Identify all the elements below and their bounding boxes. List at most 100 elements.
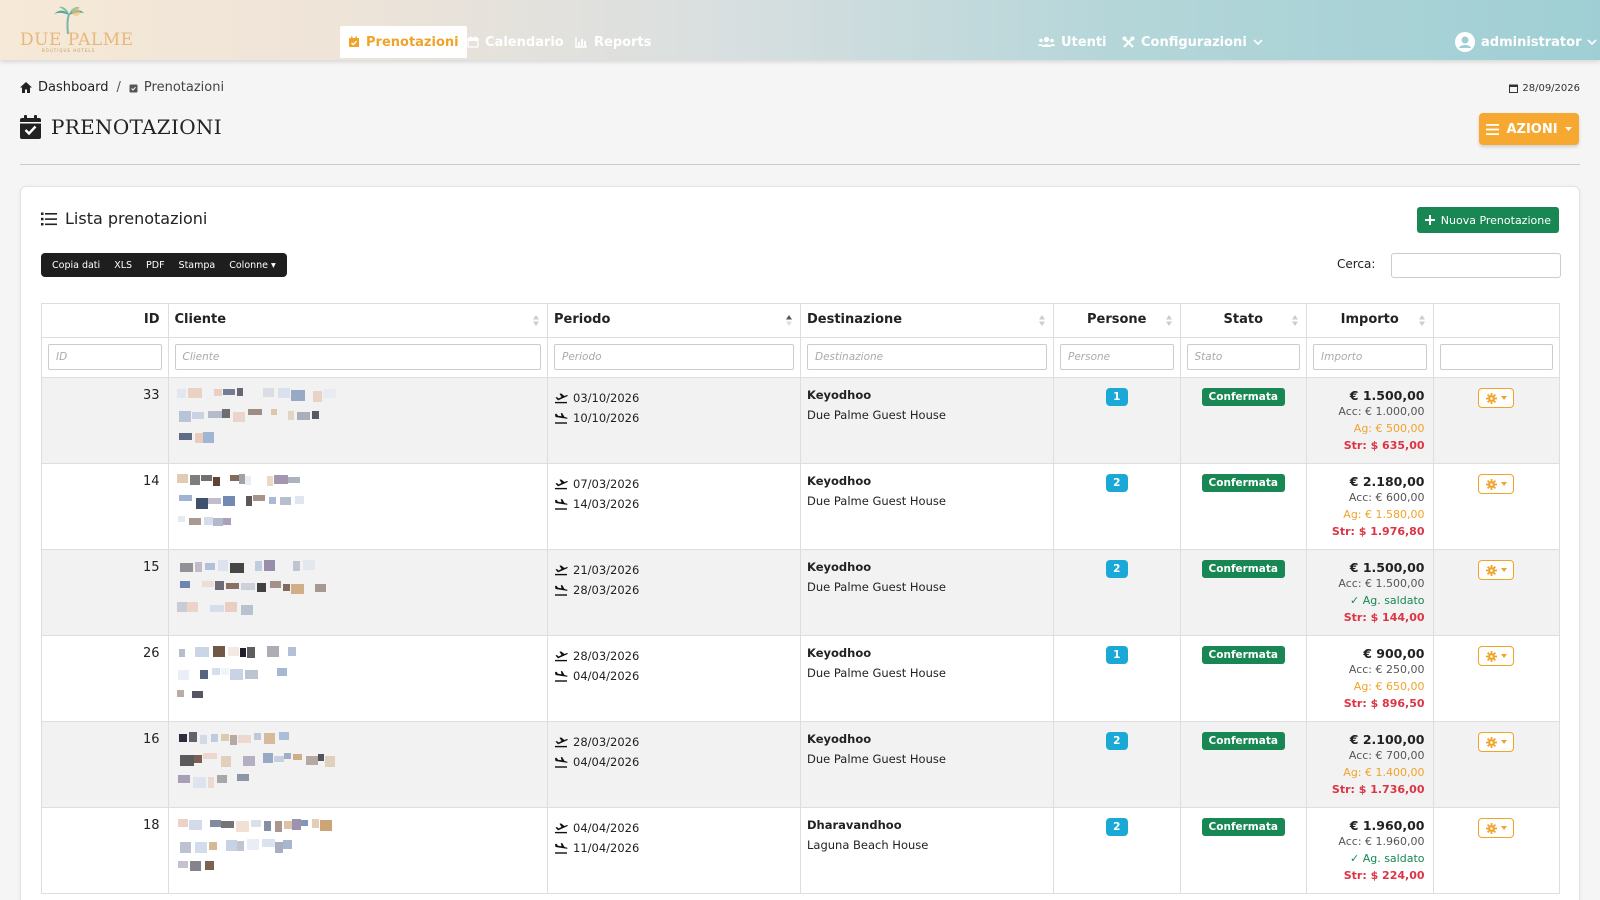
hotel-name: Due Palme Guest House	[807, 752, 946, 766]
filter-periodo-input[interactable]	[554, 344, 794, 370]
users-icon	[1038, 36, 1055, 47]
redacted-pixel	[300, 820, 308, 826]
user-menu[interactable]: administrator	[1447, 26, 1600, 58]
persons-badge: 2	[1105, 818, 1128, 836]
pdf-button[interactable]: PDF	[139, 260, 172, 271]
brand-logo[interactable]: DUE PALME BOUTIQUE HOTELS	[20, 6, 133, 53]
nav-calendario[interactable]: Calendario	[459, 26, 572, 58]
table-row[interactable]: 16 28/03/2026 04/04/2026 Keyodhoo Due Palme …	[41, 721, 1560, 808]
redacted-pixel	[176, 389, 186, 398]
arrival-line: 21/03/2026	[554, 560, 794, 580]
column-header-stato[interactable]: Stato	[1179, 303, 1307, 338]
row-actions-button[interactable]	[1478, 388, 1515, 408]
row-actions-button[interactable]	[1478, 474, 1515, 494]
importo-cell: € 2.100,00 Acc: € 700,00 Ag: € 1.400,00 Str…	[1306, 721, 1434, 808]
redacted-pixel	[279, 497, 291, 505]
breadcrumb-dashboard[interactable]: Dashboard	[38, 80, 109, 95]
row-actions-button[interactable]	[1478, 646, 1515, 666]
status-badge: Confermata	[1201, 646, 1285, 664]
caret-down-icon	[1500, 826, 1507, 830]
user-name: administrator	[1481, 34, 1582, 50]
booking-id: 16	[41, 721, 169, 808]
nav-reports[interactable]: Reports	[567, 26, 659, 58]
row-actions-button[interactable]	[1478, 732, 1515, 752]
filter-cliente-input[interactable]	[174, 344, 541, 370]
print-button[interactable]: Stampa	[172, 260, 223, 271]
redacted-pixel	[236, 388, 243, 396]
filter-importo-input[interactable]	[1313, 344, 1427, 370]
amount-agency: ✓ Ag. saldato	[1349, 594, 1425, 607]
amount-deposit: Acc: € 250,00	[1348, 663, 1425, 676]
redacted-pixel	[220, 756, 231, 767]
column-header-periodo[interactable]: Periodo	[547, 303, 801, 338]
filter-stato-input[interactable]	[1186, 344, 1300, 370]
stato-cell: Confermata	[1179, 635, 1307, 722]
column-header-persone[interactable]: Persone	[1053, 303, 1181, 338]
cliente-redacted	[167, 807, 548, 894]
xls-button[interactable]: XLS	[107, 260, 139, 271]
table-row[interactable]: 26 28/03/2026 04/04/2026 Keyodhoo Due Palme …	[41, 635, 1560, 722]
filter-cell	[1306, 337, 1434, 378]
redacted-pixel	[312, 391, 322, 402]
column-header-cliente[interactable]: Cliente	[167, 303, 548, 338]
column-header-importo[interactable]: Importo	[1306, 303, 1434, 338]
filter-cell	[800, 337, 1054, 378]
column-header-id[interactable]: ID	[41, 303, 169, 338]
amount-total: € 1.500,00	[1349, 560, 1425, 575]
nav-configurazioni[interactable]: Configurazioni	[1114, 26, 1271, 58]
amount-deposit: Acc: € 600,00	[1348, 491, 1425, 504]
column-header-label: Importo	[1340, 312, 1399, 327]
filter-id-input[interactable]	[48, 344, 162, 370]
plane-departure-icon	[555, 650, 568, 661]
gear-icon	[1485, 650, 1497, 662]
importo-cell: € 2.180,00 Acc: € 600,00 Ag: € 1.580,00 Str…	[1306, 463, 1434, 550]
gear-icon	[1485, 478, 1497, 490]
filter-persone-input[interactable]	[1060, 344, 1174, 370]
redacted-pixel	[189, 475, 200, 485]
filter-destinazione-input[interactable]	[807, 344, 1047, 370]
status-badge: Confermata	[1201, 388, 1285, 406]
caret-down-icon	[1500, 396, 1507, 400]
hotel-name: Due Palme Guest House	[807, 666, 946, 680]
redacted-pixel	[283, 753, 291, 759]
filter-actions-input[interactable]	[1439, 344, 1553, 370]
redacted-pixel	[188, 820, 202, 830]
card-title-text: Lista prenotazioni	[65, 209, 208, 228]
redacted-pixel	[203, 517, 213, 525]
columns-button[interactable]: Colonne ▾	[222, 260, 283, 271]
redacted-pixel	[290, 584, 304, 594]
plane-departure-icon	[555, 822, 568, 833]
redacted-pixel	[213, 389, 222, 396]
arrival-date: 28/03/2026	[573, 735, 640, 749]
nuova-prenotazione-button[interactable]: Nuova Prenotazione	[1416, 207, 1559, 233]
redacted-pixel	[229, 475, 239, 481]
redacted-pixel	[263, 560, 275, 571]
table-row[interactable]: 33 03/10/2026 10/10/2026 Keyodhoo Due Palme …	[41, 377, 1560, 464]
periodo-cell: 04/04/2026 11/04/2026	[547, 807, 801, 894]
table-row[interactable]: 18 04/04/2026 11/04/2026 Dharavandhoo Laguna…	[41, 807, 1560, 894]
redacted-pixel	[222, 496, 235, 506]
amount-agency: Ag: € 500,00	[1353, 422, 1425, 435]
nav-prenotazioni[interactable]: Prenotazioni	[340, 26, 467, 58]
column-header-destinazione[interactable]: Destinazione	[800, 303, 1054, 338]
row-actions-button[interactable]	[1478, 818, 1515, 838]
destination-name: Keyodhoo	[807, 474, 872, 488]
redacted-pixel	[194, 562, 202, 572]
search-input[interactable]	[1391, 253, 1561, 278]
persone-cell: 2	[1053, 463, 1181, 550]
table-row[interactable]: 14 07/03/2026 14/03/2026 Keyodhoo Due Palme …	[41, 463, 1560, 550]
redacted-pixel	[179, 842, 191, 853]
redacted-pixel	[296, 412, 310, 420]
table-row[interactable]: 15 21/03/2026 28/03/2026 Keyodhoo Due Palme …	[41, 549, 1560, 636]
redacted-pixel	[177, 861, 188, 868]
copy-data-button[interactable]: Copia dati	[45, 260, 107, 271]
destination-name: Dharavandhoo	[807, 818, 902, 832]
redacted-pixel	[187, 388, 202, 398]
row-actions-button[interactable]	[1478, 560, 1515, 580]
amount-structure: Str: $ 896,50	[1343, 697, 1425, 710]
azioni-dropdown-button[interactable]: AZIONI	[1479, 113, 1579, 145]
departure-line: 04/04/2026	[554, 666, 794, 686]
redacted-pixel	[270, 409, 277, 415]
redacted-pixel	[240, 583, 255, 590]
nav-utenti[interactable]: Utenti	[1030, 26, 1115, 58]
